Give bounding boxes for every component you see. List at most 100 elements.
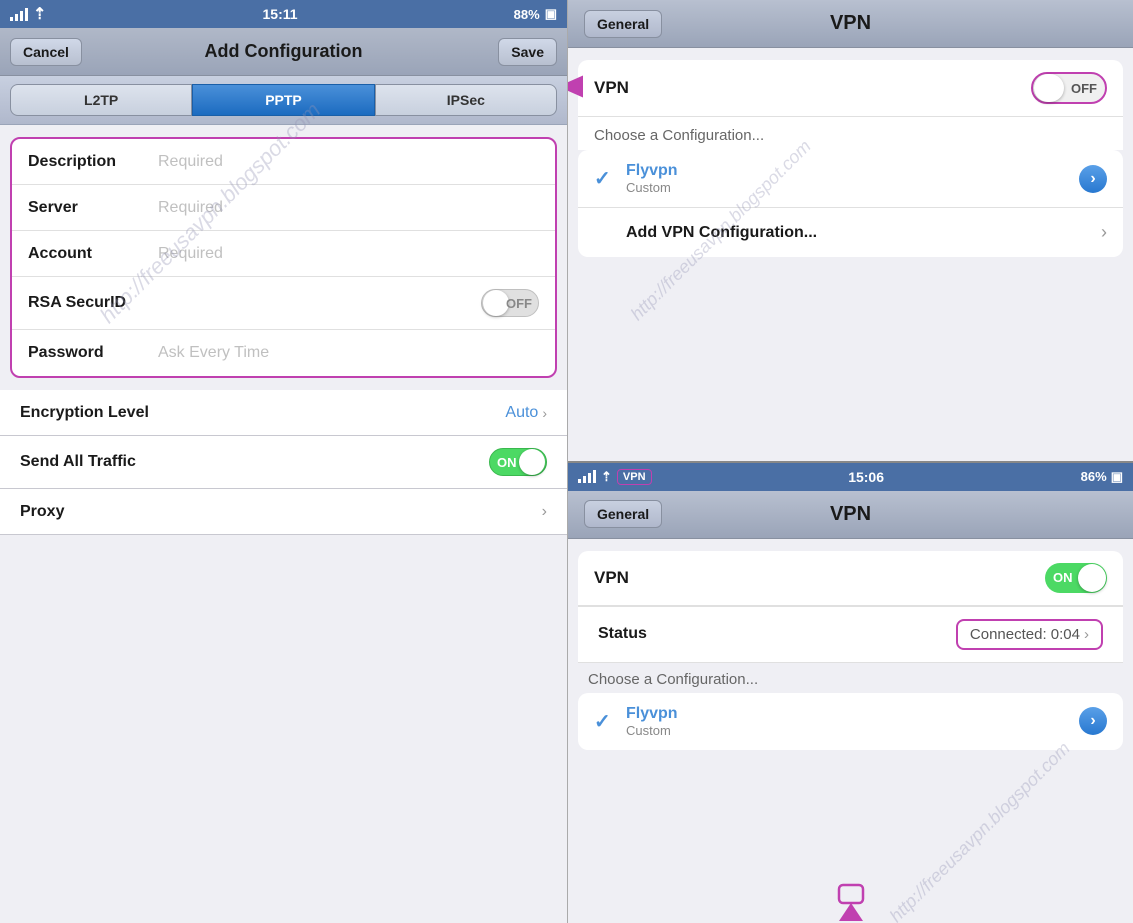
form-row-password: Password Ask Every Time [12, 330, 555, 376]
status-bar-left: ⇡ 15:11 88% ▣ [0, 0, 567, 28]
signal-icon [10, 8, 28, 21]
field-placeholder-server[interactable]: Required [158, 199, 539, 217]
config-detail-button-bottom[interactable]: › [1079, 707, 1107, 735]
chevron-status-icon: › [1084, 626, 1089, 643]
rsa-toggle[interactable]: OFF [481, 289, 539, 317]
chevron-proxy-icon: › [542, 503, 547, 521]
config-section-header-bottom: Choose a Configuration... [568, 663, 1133, 693]
config-item-flyvpn-top[interactable]: ✓ Flyvpn Custom › [578, 150, 1123, 208]
vpn-toggle-row-bottom: VPN ON [578, 551, 1123, 606]
config-add-top[interactable]: ✓ Add VPN Configuration... › [578, 208, 1123, 257]
config-main-name-bottom: Flyvpn [626, 705, 1079, 723]
config-main-name-top: Flyvpn [626, 162, 1079, 180]
vpn-toggle-off[interactable]: OFF [1031, 72, 1107, 104]
right-panel: General VPN VPN OFF Choose a Configurati… [567, 0, 1133, 923]
status-bar-right-bottom: ⇡ VPN 15:06 86% ▣ [568, 463, 1133, 491]
wifi-icon: ⇡ [33, 4, 46, 24]
field-label-account: Account [28, 245, 158, 263]
tab-l2tp[interactable]: L2TP [10, 84, 192, 116]
status-label: Status [598, 625, 956, 643]
toggle-label-traffic: ON [497, 455, 517, 470]
signal-icon-bottom [578, 470, 596, 483]
field-label-password: Password [28, 344, 158, 362]
tab-pptp[interactable]: PPTP [192, 84, 374, 116]
battery-icon-bottom: ▣ [1111, 469, 1123, 485]
vpn-title-bottom: VPN [830, 503, 871, 526]
toggle-off-text: OFF [1071, 81, 1097, 96]
toggle-knob-vpn-on [1078, 564, 1106, 592]
form-row-description: Description Required [12, 139, 555, 185]
config-sub-name-bottom: Custom [626, 723, 1079, 738]
down-arrow-annotation [831, 883, 871, 923]
vpn-label-top: VPN [594, 78, 1031, 98]
field-placeholder-password[interactable]: Ask Every Time [158, 344, 539, 362]
watermark-right-bottom: http://freeusavpn.blogspot.com [885, 738, 1074, 923]
general-button-top[interactable]: General [584, 10, 662, 38]
status-row: Status Connected: 0:04 › [578, 606, 1123, 663]
check-icon-bottom: ✓ [594, 709, 614, 734]
toggle-knob-traffic [519, 449, 545, 475]
vpn-off-screen: General VPN VPN OFF Choose a Configurati… [568, 0, 1133, 463]
field-label-description: Description [28, 153, 158, 171]
form-section: Description Required Server Required Acc… [10, 137, 557, 378]
vpn-toggle-on[interactable]: ON [1045, 563, 1107, 593]
send-traffic-row: Send All Traffic ON [0, 436, 567, 489]
config-name-bottom: Flyvpn Custom [626, 705, 1079, 738]
arrow-annotation-top [567, 71, 598, 106]
proxy-label: Proxy [20, 503, 150, 521]
check-icon-top: ✓ [594, 166, 614, 191]
protocol-tabs: L2TP PPTP IPSec [0, 76, 567, 125]
field-placeholder-account[interactable]: Required [158, 245, 539, 263]
encryption-value[interactable]: Auto › [505, 404, 547, 422]
config-name-top: Flyvpn Custom [626, 162, 1079, 195]
config-list-bottom: ✓ Flyvpn Custom › [578, 693, 1123, 750]
left-panel: ⇡ 15:11 88% ▣ Cancel Add Configuration S… [0, 0, 567, 923]
add-config-arrow-top: › [1101, 222, 1107, 243]
proxy-row: Proxy › [0, 489, 567, 535]
field-label-server: Server [28, 199, 158, 217]
nav-bar-right-top: General VPN [568, 0, 1133, 48]
send-traffic-toggle[interactable]: ON [489, 448, 547, 476]
encryption-label: Encryption Level [20, 404, 150, 422]
vpn-toggle-row-top: VPN OFF [578, 60, 1123, 117]
nav-bar-left: Cancel Add Configuration Save [0, 28, 567, 76]
field-label-rsa: RSA SecurID [28, 294, 158, 312]
vpn-on-screen: ⇡ VPN 15:06 86% ▣ General VPN VPN ON Sta… [568, 463, 1133, 923]
config-sub-name-top: Custom [626, 180, 1079, 195]
battery-display: 88% ▣ [514, 6, 557, 22]
send-traffic-label: Send All Traffic [20, 453, 150, 471]
general-button-bottom[interactable]: General [584, 500, 662, 528]
vpn-label-bottom: VPN [594, 568, 1045, 588]
toggle-knob-vpn-off [1034, 74, 1064, 102]
time-display: 15:11 [263, 6, 298, 22]
battery-right-bottom: 86% ▣ [1081, 469, 1123, 485]
save-button[interactable]: Save [498, 38, 557, 66]
config-add-name-top: Add VPN Configuration... [626, 224, 1101, 242]
page-title-left: Add Configuration [205, 41, 363, 62]
form-row-server: Server Required [12, 185, 555, 231]
toggle-label-rsa: OFF [506, 296, 532, 311]
status-bar-left-items: ⇡ [10, 4, 46, 24]
cancel-button[interactable]: Cancel [10, 38, 82, 66]
vpn-badge: VPN [617, 469, 652, 485]
config-item-flyvpn-bottom[interactable]: ✓ Flyvpn Custom › [578, 693, 1123, 750]
chevron-right-icon: › [542, 405, 547, 421]
config-section-header-top: Choose a Configuration... [578, 117, 1123, 150]
field-placeholder-description[interactable]: Required [158, 153, 539, 171]
form-row-account: Account Required [12, 231, 555, 277]
battery-icon: ▣ [545, 6, 557, 22]
vpn-title-top: VPN [830, 12, 871, 35]
tab-ipsec[interactable]: IPSec [375, 84, 557, 116]
add-config-label-top: Add VPN Configuration... [626, 224, 1101, 242]
time-display-bottom: 15:06 [848, 469, 884, 485]
toggle-on-text: ON [1053, 570, 1073, 585]
check-placeholder-top: ✓ [594, 220, 614, 245]
wifi-icon-bottom: ⇡ [601, 469, 612, 485]
encryption-row: Encryption Level Auto › [0, 390, 567, 436]
status-bar-left-bottom: ⇡ VPN [578, 469, 652, 485]
config-detail-button-top[interactable]: › [1079, 165, 1107, 193]
form-row-rsa: RSA SecurID OFF [12, 277, 555, 330]
config-list-top: ✓ Flyvpn Custom › ✓ Add VPN Configuratio… [578, 150, 1123, 257]
status-value[interactable]: Connected: 0:04 › [956, 619, 1103, 650]
nav-bar-right-bottom: General VPN [568, 491, 1133, 539]
